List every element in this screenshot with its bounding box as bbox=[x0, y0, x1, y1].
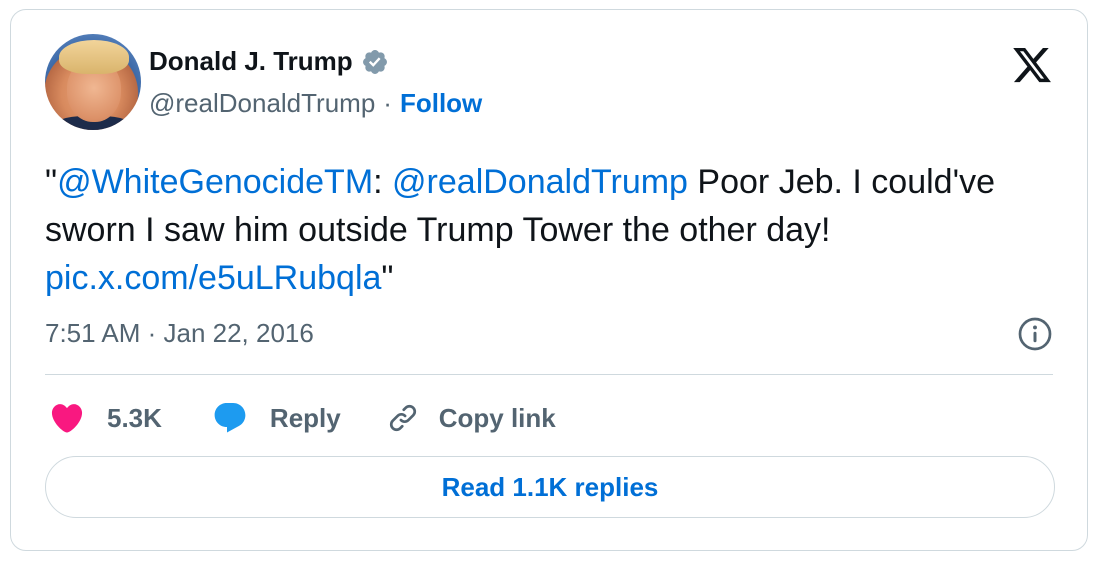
mention-link[interactable]: @realDonaldTrump bbox=[392, 163, 688, 201]
reply-button[interactable]: Reply bbox=[212, 400, 341, 436]
heart-icon bbox=[51, 404, 83, 433]
follow-button[interactable]: Follow bbox=[400, 88, 482, 119]
avatar[interactable] bbox=[45, 34, 141, 130]
author-handle-row: @realDonaldTrump · Follow bbox=[149, 88, 482, 119]
link-icon bbox=[389, 404, 416, 432]
read-replies-button[interactable]: Read 1.1K replies bbox=[45, 456, 1055, 518]
reply-label: Reply bbox=[269, 402, 341, 433]
info-icon[interactable] bbox=[1017, 316, 1053, 352]
close-quote: " bbox=[381, 259, 394, 297]
like-count: 5.3K bbox=[107, 402, 162, 433]
x-logo-icon[interactable] bbox=[1009, 44, 1055, 86]
copy-link-label: Copy link bbox=[438, 402, 556, 433]
tweet-card: Donald J. Trump @realDonaldTrump · Follo… bbox=[10, 9, 1088, 551]
mention-link[interactable]: @WhiteGenocideTM bbox=[57, 163, 373, 201]
reply-bubble-icon bbox=[214, 403, 246, 433]
action-bar: 5.3K Reply Copy link bbox=[49, 396, 556, 440]
colon-text: : bbox=[373, 163, 393, 201]
divider bbox=[45, 374, 1053, 375]
avatar-hair bbox=[59, 40, 129, 74]
tweet-timestamp[interactable]: 7:51 AM · Jan 22, 2016 bbox=[45, 318, 314, 349]
separator-dot: · bbox=[383, 88, 392, 118]
verified-badge-icon bbox=[361, 48, 389, 76]
media-link[interactable]: pic.x.com/e5uLRubqla bbox=[45, 259, 381, 297]
author-handle[interactable]: @realDonaldTrump bbox=[149, 88, 375, 119]
tweet-text: "@WhiteGenocideTM: @realDonaldTrump Poor… bbox=[45, 158, 1055, 302]
author-name[interactable]: Donald J. Trump bbox=[149, 46, 353, 77]
open-quote: " bbox=[45, 163, 58, 201]
copy-link-button[interactable]: Copy link bbox=[385, 400, 556, 436]
author-name-row: Donald J. Trump bbox=[149, 46, 389, 77]
like-button[interactable]: 5.3K bbox=[49, 400, 162, 436]
